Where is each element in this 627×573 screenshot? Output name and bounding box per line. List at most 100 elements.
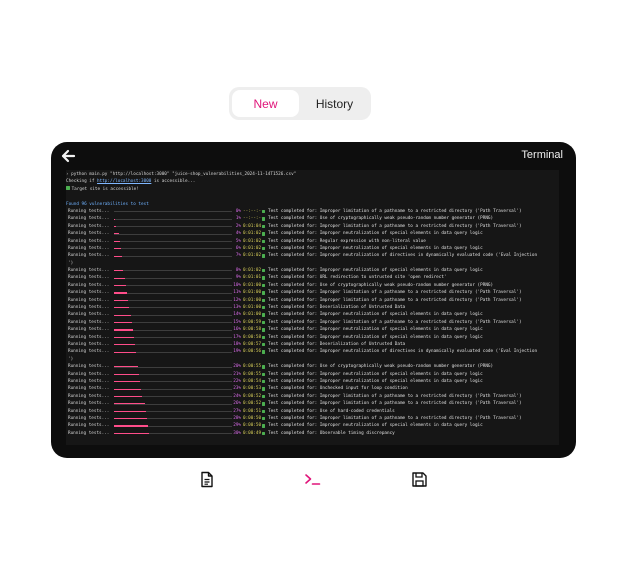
test-row: Running tests... 13% 0:01:00 Test completed… (66, 304, 559, 311)
progress-track (114, 425, 232, 427)
check-icon (262, 365, 266, 369)
command-line: › python main.py "http://localhost:3000"… (66, 172, 297, 177)
message-text: Regular expression with non-literal valu… (319, 238, 426, 244)
terminal-output[interactable]: › python main.py "http://localhost:3000"… (66, 170, 559, 445)
test-message: Test completed for: Improper limitation … (268, 319, 522, 326)
progress-track (114, 366, 232, 368)
check-icon (262, 335, 266, 339)
progress-track (114, 403, 232, 405)
test-message: Test completed for: Improper neutralizat… (268, 245, 483, 252)
message-prefix: Test completed for: (268, 268, 320, 274)
progress-track (114, 255, 232, 257)
elapsed-time: 0:00:57 (243, 341, 262, 347)
running-label: Running tests... (68, 341, 110, 347)
test-row: Running tests... 15% 0:00:59 Test completed… (66, 319, 559, 326)
test-message: Test completed for: Improper neutralizat… (268, 371, 483, 378)
percent: 2% (235, 223, 241, 229)
elapsed-time: 0:01:00 (243, 290, 262, 296)
progress-track (114, 225, 232, 228)
message-continuation: ') (68, 260, 74, 266)
test-message: Test completed for: Improper neutralizat… (268, 348, 537, 355)
elapsed-time: 0:00:59 (243, 319, 262, 325)
message-prefix: Test completed for: (268, 364, 320, 370)
percent: 10% (233, 282, 241, 288)
target-link[interactable]: http://localhost:3000 (97, 179, 151, 184)
test-message: Test completed for: Improper limitation … (268, 289, 522, 296)
checking-line: Checking if http://localhost:3000 is acc… (66, 178, 559, 185)
test-message: Test completed for: Use of cryptographic… (268, 215, 493, 222)
message-prefix: Test completed for: (268, 341, 320, 347)
progress-fill (114, 322, 132, 324)
progress-track (114, 410, 232, 412)
elapsed-time: --:--:-- (243, 216, 264, 222)
elapsed-time: 0:00:53 (243, 386, 262, 392)
running-label: Running tests... (68, 290, 110, 296)
check-icon (262, 224, 266, 229)
check-icon (262, 342, 266, 347)
terminal-icon[interactable] (304, 470, 322, 488)
message-continuation: ') (68, 356, 74, 362)
check-icon (262, 328, 266, 332)
progress-fill (114, 255, 123, 257)
test-row: Running tests... 18% 0:00:57 Test completed… (66, 341, 559, 348)
elapsed-time: 0:01:04 (243, 223, 262, 229)
message-prefix: Test completed for: (268, 223, 320, 229)
test-message: Test completed for: Improper neutralizat… (268, 422, 483, 429)
message-text: Unchecked input for loop condition (319, 386, 408, 392)
progress-track (114, 285, 232, 287)
test-message: Test completed for: Unchecked input for … (268, 385, 408, 392)
test-row: Running tests... 28% 0:00:50 Test completed… (66, 415, 559, 422)
elapsed-time: 0:00:50 (243, 423, 262, 429)
percent: 23% (233, 386, 241, 392)
running-label: Running tests... (68, 415, 110, 421)
running-label: Running tests... (68, 327, 110, 333)
elapsed-time: 0:00:49 (243, 430, 262, 436)
check-icon (262, 416, 266, 421)
running-label: Running tests... (68, 245, 110, 251)
found-line: Found 96 vulnerabilities to test (66, 201, 149, 207)
save-icon[interactable] (410, 470, 428, 488)
message-prefix: Test completed for: (268, 297, 320, 303)
elapsed-time: 0:00:52 (243, 401, 262, 407)
running-label: Running tests... (68, 386, 110, 392)
check-icon (262, 232, 266, 236)
check-icon (262, 387, 266, 391)
message-text: URL redirection to untrusted site 'open … (319, 275, 447, 281)
check-icon (262, 209, 266, 214)
message-prefix: Test completed for: (268, 401, 320, 407)
elapsed-time: 0:00:52 (243, 393, 262, 399)
check-icon (262, 239, 266, 243)
tab-new[interactable]: New (232, 90, 299, 117)
document-icon[interactable] (198, 470, 216, 488)
test-row: Running tests... 9% 0:01:01 Test completed … (66, 274, 559, 281)
progress-track (114, 388, 232, 390)
check-icon (262, 402, 266, 406)
progress-track (114, 307, 232, 309)
elapsed-time: 0:01:02 (243, 268, 262, 274)
view-tabs: New History (229, 87, 371, 120)
test-message: Test completed for: Deserialization of U… (268, 341, 405, 348)
elapsed-time: 0:01:02 (243, 245, 262, 251)
test-row: Running tests... 16% 0:00:58 Test completed… (66, 326, 559, 333)
progress-track (114, 299, 232, 301)
progress-fill (114, 307, 130, 309)
message-text: Improper limitation of a pathname to a r… (319, 290, 522, 296)
elapsed-time: 0:00:55 (243, 364, 262, 370)
message-prefix: Test completed for: (268, 312, 320, 318)
running-label: Running tests... (68, 216, 110, 222)
running-label: Running tests... (68, 253, 110, 259)
test-message: Test completed for: Improper neutralizat… (268, 267, 483, 274)
panel-header: Terminal (51, 142, 576, 170)
message-text: Deserialization of Untrusted Data (319, 305, 406, 311)
test-message: Test completed for: Observable timing di… (268, 430, 395, 437)
progress-track (114, 211, 232, 213)
test-message: Test completed for: Improper limitation … (268, 415, 522, 422)
progress-track (114, 292, 232, 294)
message-prefix: Test completed for: (268, 290, 320, 296)
tab-history[interactable]: History (301, 90, 368, 117)
progress-track (114, 381, 232, 383)
arrow-left-icon[interactable] (60, 149, 76, 163)
progress-fill (114, 418, 148, 420)
running-label: Running tests... (68, 401, 110, 407)
